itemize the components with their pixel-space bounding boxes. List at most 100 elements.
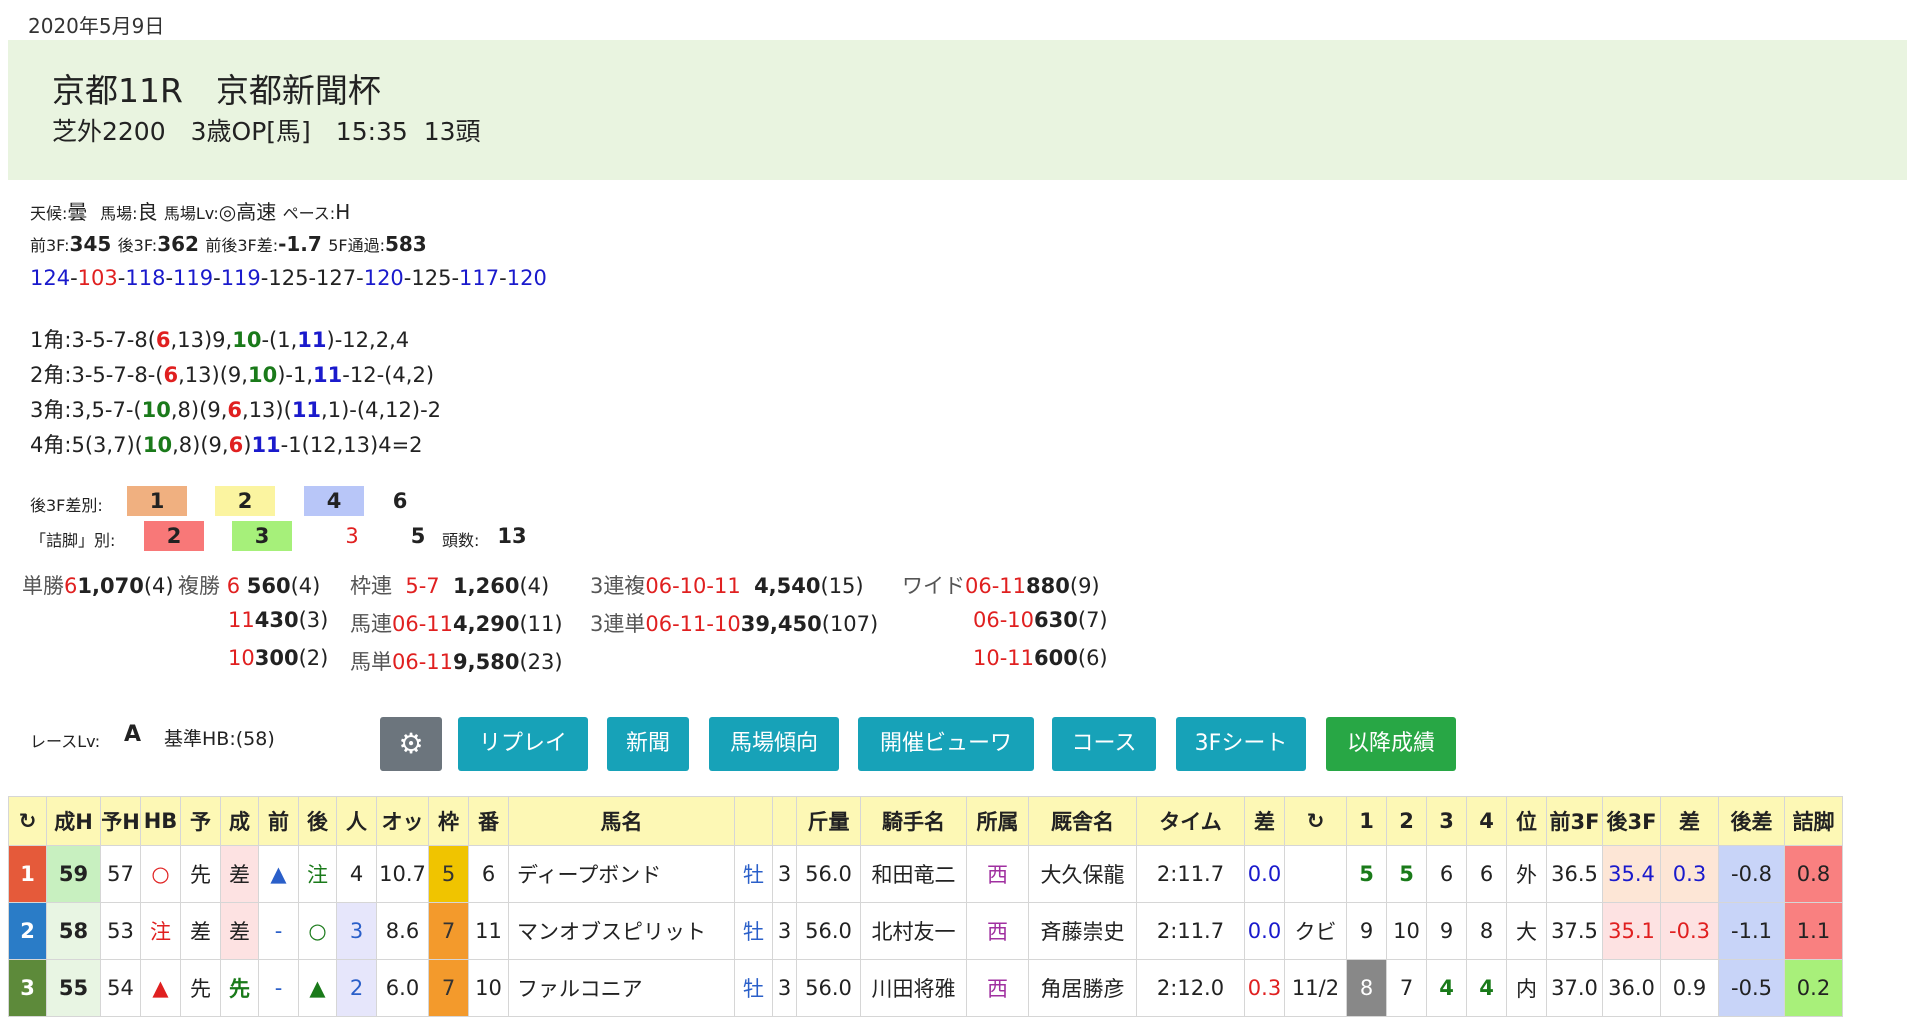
table-cell: 先	[180, 959, 221, 1017]
corner-3: 3角:3,5-7-(10,8)(9,6,13)(11,1)-(4,12)-2	[30, 398, 442, 422]
table-cell: 56.0	[796, 902, 861, 960]
column-header: 後3F	[1602, 796, 1661, 846]
lap-time: 124	[30, 266, 71, 290]
table-cell: 11/2	[1284, 959, 1347, 1017]
table-cell: 0.0	[1244, 902, 1285, 960]
table-cell: 牡	[734, 959, 773, 1017]
table-cell: 4	[1426, 959, 1467, 1017]
column-header: 3	[1426, 796, 1467, 846]
table-cell: 2:11.7	[1136, 845, 1245, 903]
settings-button[interactable]: ⚙	[380, 717, 442, 771]
column-header	[734, 796, 773, 846]
table-cell: 58	[46, 902, 101, 960]
race-subtitle: 芝外2200 3歳OP[馬] 15:35 13頭	[52, 117, 481, 146]
table-cell: 10.7	[376, 845, 429, 903]
table-cell: 角居勝彦	[1028, 959, 1137, 1017]
table-cell: 先	[180, 845, 221, 903]
column-header: 2	[1386, 796, 1427, 846]
subsequent-results-button[interactable]: 以降成績	[1326, 717, 1456, 771]
replay-button[interactable]: リプレイ	[458, 717, 588, 771]
column-header: 前3F	[1546, 796, 1603, 846]
table-cell: 54	[100, 959, 141, 1017]
table-cell: 牡	[734, 902, 773, 960]
l3f-rank-label: 後3F差別:	[30, 496, 103, 515]
table-cell: ▲	[298, 959, 337, 1017]
lap-time: 125	[268, 266, 309, 290]
news-button[interactable]: 新聞	[607, 717, 689, 771]
race-title: 京都11R 京都新聞杯	[52, 71, 381, 110]
table-cell: -1.1	[1718, 902, 1785, 960]
column-header: 厩舎名	[1028, 796, 1137, 846]
table-cell: 大	[1506, 902, 1547, 960]
track-trend-button[interactable]: 馬場傾向	[709, 717, 839, 771]
table-cell: 北村友一	[860, 902, 967, 960]
l3f-rank-3: 4	[304, 486, 364, 516]
table-cell: 0.0	[1244, 845, 1285, 903]
table-cell: -	[258, 959, 299, 1017]
column-header: 成H	[46, 796, 101, 846]
lap-time: 119	[173, 266, 214, 290]
race-level: A	[124, 722, 142, 747]
table-cell: 牡	[734, 845, 773, 903]
table-cell: 川田将雅	[860, 959, 967, 1017]
table-cell: -0.8	[1718, 845, 1785, 903]
table-row[interactable]: 2 58 53 注差差 - ○ 3 8.6 7 11 マンオブスピリット牡 3 56.0 北村友一西斉藤崇…	[8, 902, 1843, 960]
payout-sanrenpuku: 3連複06-10-11 4,540(15)	[590, 574, 864, 598]
table-cell: 36.5	[1546, 845, 1603, 903]
corner-2: 2角:3-5-7-8-(6,13)(9,10)-1,11-12-(4,2)	[30, 363, 435, 387]
table-cell: 11	[468, 902, 509, 960]
results-table: ↻ 成H 予H HB 予成前後人オッ枠番馬名 斤量 騎手名 所属 厩舎名 タイム差 ↻ 1 2 3 4 位前3…	[8, 796, 1843, 1017]
table-cell: 9	[1346, 902, 1387, 960]
table-header-row: ↻ 成H 予H HB 予成前後人オッ枠番馬名 斤量 騎手名 所属 厩舎名 タイム差 ↻ 1 2 3 4 位前3…	[8, 796, 1843, 846]
table-cell: 差	[220, 902, 259, 960]
3f-sheet-button[interactable]: 3Fシート	[1176, 717, 1306, 771]
column-header: 前	[258, 796, 299, 846]
column-header: 騎手名	[860, 796, 967, 846]
table-cell: 4	[336, 845, 377, 903]
table-cell: マンオブスピリット	[508, 902, 735, 960]
column-header: 後	[298, 796, 337, 846]
refresh-icon[interactable]: ↻	[1284, 796, 1347, 846]
table-cell	[1284, 845, 1347, 903]
payout-wakuren: 枠連 5-7 1,260(4)	[350, 574, 550, 598]
table-cell: 5	[1346, 845, 1387, 903]
table-cell: 5	[1386, 845, 1427, 903]
corner-1: 1角:3-5-7-8(6,13)9,10-(1,11)-12,2,4	[30, 328, 410, 352]
table-cell: 5	[428, 845, 469, 903]
column-header: 番	[468, 796, 509, 846]
race-level-label: レースLv:	[30, 732, 101, 751]
table-row[interactable]: 1 59 57 ○ 先差 ▲ 注 4 10.7 5 6 ディープボンド牡 3 56.0 和田竜二西大久保龍 2…	[8, 845, 1843, 903]
column-header: 詰脚	[1784, 796, 1843, 846]
meeting-viewer-button[interactable]: 開催ビューワ	[858, 717, 1034, 771]
table-cell: 2:12.0	[1136, 959, 1245, 1017]
payout-sanrentan: 3連単06-11-1039,450(107)	[590, 612, 879, 636]
table-cell: 西	[966, 959, 1029, 1017]
table-cell: 6	[1466, 845, 1507, 903]
table-cell: 3	[336, 902, 377, 960]
lap-times: 124-103-118-119-119-125-127-120-125-117-…	[30, 266, 547, 290]
table-cell: 大久保龍	[1028, 845, 1137, 903]
l3f-rank-1: 1	[127, 486, 187, 516]
course-button[interactable]: コース	[1052, 717, 1156, 771]
payout-wide-3: 10-11600(6)	[973, 646, 1108, 670]
table-cell: 外	[1506, 845, 1547, 903]
base-hb: 基準HB:(58)	[164, 728, 275, 750]
table-cell: 10	[468, 959, 509, 1017]
table-row[interactable]: 3 55 54 ▲ 先先 - ▲ 2 6.0 7 10 ファルコニア牡 3 56.0 川田将雅西角居勝彦 2:…	[8, 959, 1843, 1017]
table-cell: 53	[100, 902, 141, 960]
column-header: 後差	[1718, 796, 1785, 846]
table-cell: 4	[1466, 959, 1507, 1017]
table-cell: 西	[966, 902, 1029, 960]
table-cell: 2	[8, 902, 47, 960]
refresh-icon[interactable]: ↻	[8, 796, 47, 846]
lap-time: 120	[506, 266, 547, 290]
table-cell: クビ	[1284, 902, 1347, 960]
lap-time: 125	[411, 266, 452, 290]
payout-tansho: 単勝61,070(4)	[22, 574, 174, 598]
table-cell: 1.1	[1784, 902, 1843, 960]
tsume-rank-2: 3	[232, 521, 292, 551]
table-cell: 37.5	[1546, 902, 1603, 960]
table-cell: 10	[1386, 902, 1427, 960]
column-header: 枠	[428, 796, 469, 846]
table-cell: ファルコニア	[508, 959, 735, 1017]
